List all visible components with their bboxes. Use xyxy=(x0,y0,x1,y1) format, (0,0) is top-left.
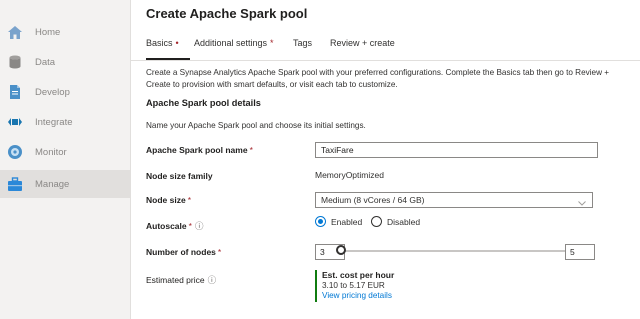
sidebar-item-label: Home xyxy=(35,26,61,38)
toolbox-icon xyxy=(7,176,23,192)
required-marker: * xyxy=(188,221,192,231)
tab-additional-settings[interactable]: Additional settings * xyxy=(194,38,274,48)
sidebar-item-develop[interactable]: Develop xyxy=(0,78,130,106)
sidebar-item-label: Integrate xyxy=(35,116,73,128)
slider-min-thumb[interactable] xyxy=(336,245,346,255)
section-subtitle: Name your Apache Spark pool and choose i… xyxy=(146,121,366,130)
required-marker: * xyxy=(270,38,274,48)
radio-circle xyxy=(371,216,382,227)
radio-label: Disabled xyxy=(387,216,421,227)
home-icon xyxy=(7,24,23,40)
nodes-slider-track[interactable] xyxy=(341,250,565,252)
document-icon xyxy=(7,84,23,100)
max-nodes-input[interactable]: 5 xyxy=(565,244,595,260)
sidebar-item-label: Data xyxy=(35,56,56,68)
price-title: Est. cost per hour xyxy=(322,270,395,280)
view-pricing-link[interactable]: View pricing details xyxy=(322,291,394,302)
tab-review-create[interactable]: Review + create xyxy=(330,38,395,48)
node-size-family-value: MemoryOptimized xyxy=(315,170,384,180)
label-text: Estimated price xyxy=(146,275,205,285)
tab-label: Tags xyxy=(293,38,313,48)
node-size-selected-value: Medium (8 vCores / 64 GB) xyxy=(321,195,425,205)
sidebar-item-label: Develop xyxy=(35,86,70,98)
sidebar-item-label: Monitor xyxy=(35,146,67,158)
label-text: Number of nodes xyxy=(146,247,216,257)
sidebar-item-manage[interactable]: Manage xyxy=(0,170,130,198)
pool-name-input[interactable]: TaxiFare xyxy=(315,142,598,158)
divider xyxy=(131,60,640,61)
pipeline-icon xyxy=(7,114,23,130)
sidebar-item-data[interactable]: Data xyxy=(0,48,130,76)
node-size-label: Node size * xyxy=(146,195,191,205)
info-icon[interactable]: ⓘ xyxy=(195,221,204,231)
required-marker: * xyxy=(187,195,191,205)
required-marker: * xyxy=(217,247,222,257)
main-panel: Create Apache Spark pool Basics • Additio… xyxy=(131,0,640,319)
page-description: Create a Synapse Analytics Apache Spark … xyxy=(146,68,610,89)
node-size-family-label: Node size family xyxy=(146,171,213,181)
tab-label: Basics xyxy=(146,38,173,48)
radio-label: Enabled xyxy=(331,216,363,227)
label-text: Node size xyxy=(146,195,186,205)
info-icon[interactable]: ⓘ xyxy=(208,275,217,285)
estimated-price-label: Estimated price ⓘ xyxy=(146,274,216,286)
sidebar-item-monitor[interactable]: Monitor xyxy=(0,138,130,166)
tab-basics[interactable]: Basics • xyxy=(146,38,179,48)
sidebar: Home Data Develop Integrate Monitor Mana… xyxy=(0,0,131,319)
required-marker: * xyxy=(249,145,253,155)
radio-selected-circle xyxy=(315,216,326,227)
gauge-icon xyxy=(7,144,23,160)
pool-name-label: Apache Spark pool name * xyxy=(146,145,253,155)
autoscale-label: Autoscale * ⓘ xyxy=(146,220,203,232)
tab-label: Review + create xyxy=(330,38,395,48)
autoscale-enabled-radio[interactable]: Enabled xyxy=(315,216,362,227)
sidebar-item-home[interactable]: Home xyxy=(0,18,130,46)
sidebar-item-label: Manage xyxy=(35,178,70,190)
tab-label: Additional settings xyxy=(194,38,268,48)
label-text: Autoscale xyxy=(146,221,187,231)
label-text: Apache Spark pool name xyxy=(146,145,248,155)
node-size-dropdown[interactable]: Medium (8 vCores / 64 GB) xyxy=(315,192,593,208)
estimated-price-box: Est. cost per hour 3.10 to 5.17 EUR View… xyxy=(315,270,394,302)
tab-tags[interactable]: Tags xyxy=(293,38,312,48)
sidebar-item-integrate[interactable]: Integrate xyxy=(0,108,130,136)
database-icon xyxy=(7,54,23,70)
required-marker: • xyxy=(175,38,179,48)
autoscale-disabled-radio[interactable]: Disabled xyxy=(371,216,420,227)
chevron-down-icon xyxy=(577,195,587,213)
page-title: Create Apache Spark pool xyxy=(146,6,308,21)
price-range: 3.10 to 5.17 EUR xyxy=(322,280,385,290)
nodes-label: Number of nodes * xyxy=(146,247,221,257)
section-title: Apache Spark pool details xyxy=(146,98,261,108)
